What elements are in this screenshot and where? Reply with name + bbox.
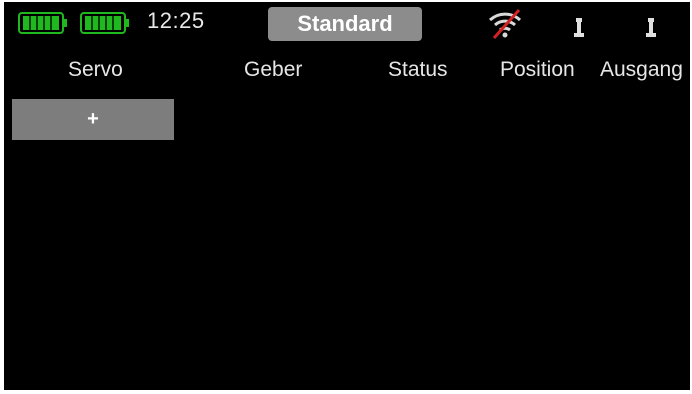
servo-table-header: Servo Geber Status Position Ausgang bbox=[4, 58, 690, 88]
clock-time: 12:25 bbox=[147, 8, 205, 33]
receiver-icon bbox=[644, 18, 658, 38]
receiver-battery-icon bbox=[80, 12, 130, 34]
column-header-ausgang: Ausgang bbox=[600, 58, 683, 81]
add-servo-button[interactable]: + bbox=[12, 99, 174, 140]
model-name-button[interactable]: Standard bbox=[268, 7, 422, 41]
column-header-servo: Servo bbox=[68, 58, 123, 81]
column-header-geber: Geber bbox=[244, 58, 303, 81]
receiver-icon bbox=[572, 18, 586, 38]
signal-crossed-icon bbox=[486, 6, 524, 40]
column-header-status: Status bbox=[388, 58, 448, 81]
servo-display-screen: 12:25 Standard Servo Geber Status Positi… bbox=[4, 2, 690, 390]
transmitter-battery-icon bbox=[18, 12, 68, 34]
column-header-position: Position bbox=[500, 58, 575, 81]
status-bar: 12:25 Standard bbox=[4, 2, 690, 44]
